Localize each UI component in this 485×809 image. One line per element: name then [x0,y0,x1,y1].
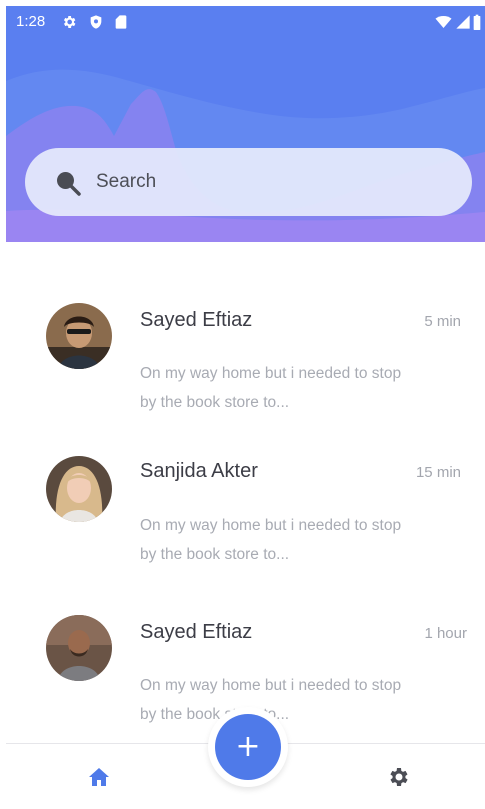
message-preview: On my way home but i needed to stop by t… [140,365,402,411]
contact-name: Sanjida Akter [140,460,258,482]
list-item[interactable]: Sayed Eftiaz 5 min On my way home but i … [0,290,485,430]
message-time: 15 min [415,464,461,481]
battery-icon [473,14,481,30]
settings-icon[interactable] [386,765,410,789]
header: 1:28 Search [6,6,485,242]
message-time: 1 hour [424,625,467,642]
wifi-icon [435,16,452,28]
contact-name: Sayed Eftiaz [140,309,253,331]
sd-card-icon [115,15,127,29]
settings-icon [63,16,76,28]
search-icon [57,172,81,196]
list-item[interactable]: Sanjida Akter 15 min On my way home but … [0,443,485,583]
status-time: 1:28 [16,13,46,30]
avatar [46,456,112,522]
avatar [46,303,112,369]
signal-icon [456,15,470,29]
avatar [46,615,112,681]
search-placeholder: Search [96,171,157,192]
add-button[interactable]: + [215,714,281,780]
contact-name: Sayed Eftiaz [140,621,253,643]
home-icon[interactable] [87,765,111,789]
message-preview: On my way home but i needed to stop by t… [140,517,402,563]
shield-icon [90,15,102,29]
message-time: 5 min [424,313,461,330]
message-preview: On my way home but i needed to stop by t… [140,677,402,723]
status-bar: 1:28 [6,6,485,36]
search-input[interactable]: Search [25,148,472,216]
